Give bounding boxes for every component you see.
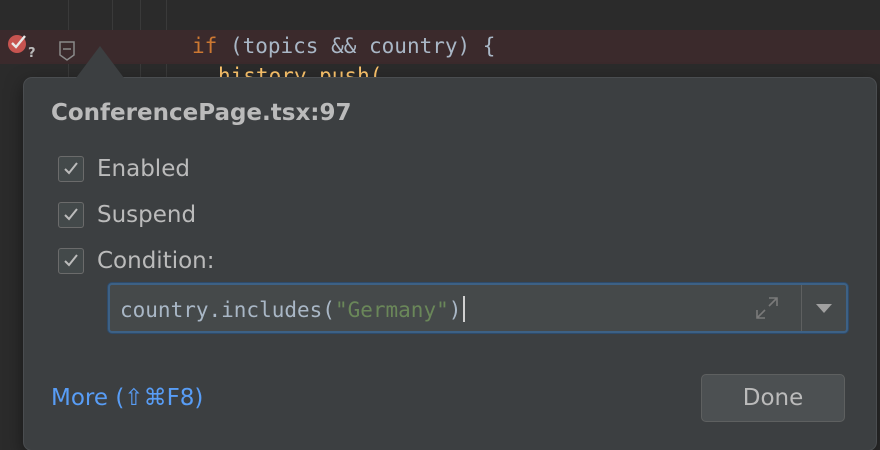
expand-icon[interactable] [754,295,780,321]
breakpoint-popup: ConferencePage.tsx:97 Enabled Suspend Co… [24,46,876,450]
code-rest: (topics && country) { [217,34,496,58]
condition-suffix: ) [448,298,462,322]
check-icon [64,208,78,221]
popup-pointer [76,46,124,78]
more-link[interactable]: More (⇧⌘F8) [51,385,203,411]
condition-checkbox-row[interactable]: Condition: [58,247,215,275]
check-icon [64,254,78,267]
enabled-label: Enabled [97,156,190,182]
condition-input[interactable]: country.includes("Germany") [108,283,848,333]
check-icon [64,162,78,175]
enabled-checkbox[interactable] [58,156,84,182]
condition-expression[interactable]: country.includes("Germany") [120,296,466,322]
popup-title: ConferencePage.tsx:97 [51,100,352,126]
condition-label: Condition: [97,248,215,274]
chevron-down-icon [816,304,832,313]
suspend-checkbox-row[interactable]: Suspend [58,201,196,229]
condition-prefix: country.includes( [120,298,335,322]
code-keyword: if [192,34,218,58]
text-caret [463,296,466,322]
condition-string: "Germany" [334,298,449,322]
suspend-label: Suspend [97,202,197,228]
suspend-checkbox[interactable] [58,202,84,228]
breakpoint-conditional-icon[interactable]: ? [4,30,40,62]
code-line-if: if (topics && country) { [192,34,495,58]
svg-text:?: ? [28,46,36,61]
enabled-checkbox-row[interactable]: Enabled [58,155,190,183]
condition-checkbox[interactable] [58,248,84,274]
done-button[interactable]: Done [701,374,845,422]
fold-marker-icon[interactable] [58,40,76,62]
history-dropdown-button[interactable] [802,285,846,331]
